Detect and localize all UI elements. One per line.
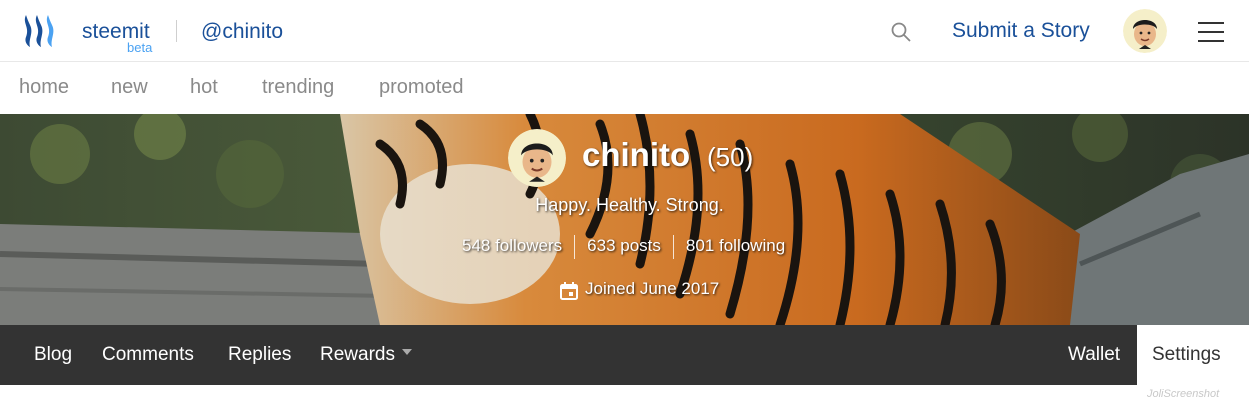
profile-about: Happy. Healthy. Strong.: [535, 195, 724, 215]
nav-item-new[interactable]: new: [111, 76, 148, 99]
category-nav: home new hot trending promoted: [0, 62, 1249, 114]
reputation-score: (50): [707, 142, 754, 172]
nav-item-trending[interactable]: trending: [262, 76, 334, 99]
tab-comments[interactable]: Comments: [102, 344, 194, 366]
steemit-logo-icon[interactable]: [18, 9, 62, 53]
tab-blog[interactable]: Blog: [34, 344, 72, 366]
profile-stats: 548 followers 633 posts 801 following: [462, 235, 785, 259]
rewards-dropdown-caret-icon[interactable]: [402, 349, 412, 355]
profile-tabs: Blog Comments Replies Rewards Wallet Set…: [0, 325, 1249, 385]
tab-wallet[interactable]: Wallet: [1068, 344, 1120, 366]
brand-beta-tag: beta: [127, 40, 153, 55]
following-link[interactable]: 801 following: [686, 236, 785, 256]
stats-divider: [672, 235, 674, 259]
nav-item-promoted[interactable]: promoted: [379, 76, 464, 99]
nav-item-home[interactable]: home: [19, 76, 69, 99]
search-icon[interactable]: [890, 21, 912, 43]
user-handle[interactable]: @chinito: [201, 20, 283, 44]
tab-settings-label: Settings: [1152, 344, 1221, 365]
profile-name: chinito: [582, 136, 691, 173]
hamburger-menu-icon[interactable]: [1198, 22, 1224, 42]
profile-avatar: [508, 129, 566, 187]
tab-replies[interactable]: Replies: [228, 344, 291, 366]
avatar[interactable]: [1123, 9, 1167, 53]
stats-divider: [574, 235, 576, 259]
followers-link[interactable]: 548 followers: [462, 236, 562, 256]
watermark: JoliScreenshot: [1147, 388, 1220, 400]
posts-count: 633 posts: [587, 236, 661, 256]
tab-settings[interactable]: Settings: [1137, 325, 1249, 385]
nav-item-hot[interactable]: hot: [190, 76, 218, 99]
top-header: steemit beta @chinito Submit a Story: [0, 0, 1249, 62]
submit-story-link[interactable]: Submit a Story: [952, 19, 1090, 43]
joined-label: Joined June 2017: [585, 279, 720, 298]
calendar-icon: [560, 282, 578, 300]
tab-rewards[interactable]: Rewards: [320, 344, 395, 366]
header-divider: [176, 20, 177, 42]
profile-cover: chinito (50) Happy. Healthy. Strong. 548…: [0, 114, 1249, 325]
